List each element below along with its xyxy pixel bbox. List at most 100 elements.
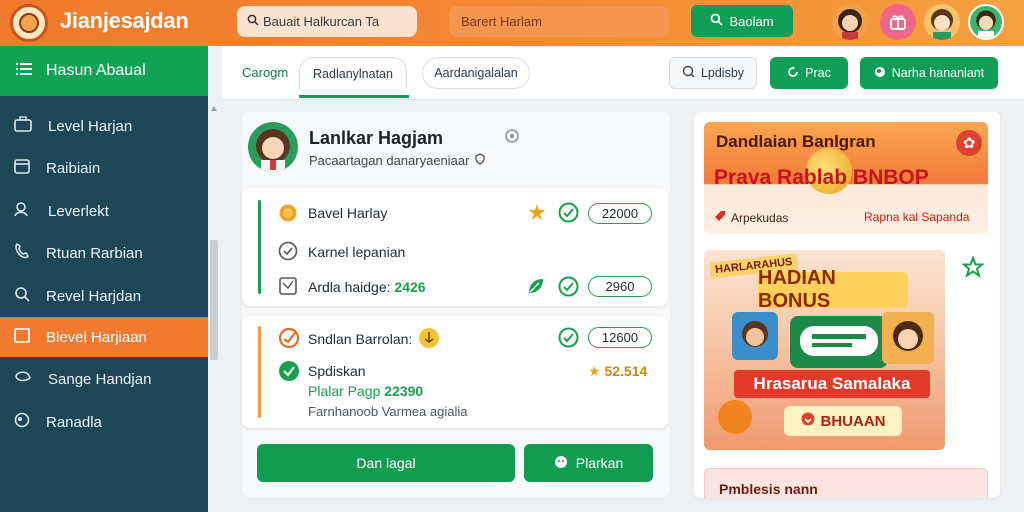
display-dropdown[interactable]: Lpdisby	[669, 57, 757, 89]
row-extra-value: 2426	[394, 279, 426, 295]
scroll-up-arrow-icon[interactable]	[211, 106, 217, 111]
star-value: ★ 52.514	[588, 363, 647, 380]
value-pill: 22000	[588, 203, 652, 224]
details-card: Sndlan Barrolan: 12600 Spdiskan ★ 52.514…	[242, 316, 668, 428]
character-avatar	[882, 312, 934, 364]
tab-label: Aardanigalalan	[434, 66, 518, 80]
row-label: Bavel Harlay	[308, 205, 388, 221]
sidebar-scrollbar[interactable]	[210, 240, 218, 360]
star-icon	[528, 203, 546, 226]
bonus-tag-button[interactable]: BHUAAN	[784, 406, 902, 436]
globe-icon	[874, 66, 886, 81]
wallet-icon	[14, 369, 32, 389]
sidebar-item-leverlekt[interactable]: Leverlekt	[0, 191, 208, 231]
leaf-icon	[526, 276, 546, 301]
sidebar-item-raibiain[interactable]: Raibiain	[0, 148, 208, 188]
row-label: Sndlan Barrolan:	[308, 331, 413, 347]
gift-icon[interactable]	[880, 4, 916, 40]
secondary-button-label: Plarkan	[575, 455, 624, 471]
secondary-search-box[interactable]	[449, 6, 669, 37]
settings-icon[interactable]	[504, 128, 520, 149]
tag-icon	[714, 210, 726, 225]
refresh-icon	[787, 65, 799, 81]
tab-bar: Carogm Radlanylnatan Aardanigalalan Lpdi…	[222, 46, 1024, 100]
profile-avatar[interactable]	[924, 4, 960, 40]
account-avatar[interactable]	[968, 4, 1004, 40]
sidebar-item-label: Level Harjan	[48, 117, 133, 135]
search-icon	[710, 13, 723, 29]
bonus-banner[interactable]: HARLARAHUS HADIAN BONUS Hrasarua Samalak…	[704, 250, 945, 450]
secondary-button[interactable]: Plarkan	[524, 444, 653, 482]
checkbox-icon[interactable]	[278, 276, 298, 301]
tab-section-label: Carogm	[242, 65, 289, 80]
star-icon: ★	[588, 363, 601, 379]
secondary-action-label: Narha hananlant	[891, 66, 985, 80]
profile-avatar[interactable]	[248, 122, 298, 172]
secondary-action-button[interactable]: Narha hananlant	[860, 57, 998, 89]
logo-icon[interactable]	[10, 4, 48, 42]
calendar-icon	[14, 158, 30, 178]
row-label: Spdiskan	[308, 363, 366, 379]
search-button-label: Baolam	[729, 13, 774, 29]
promo-card[interactable]: Dandlaian Banlgran Prava Rablab BNBOP ✿ …	[704, 122, 988, 234]
search-box[interactable]	[237, 6, 417, 37]
user-avatar[interactable]	[832, 4, 868, 40]
orange-icon	[718, 400, 752, 434]
promo-right-link[interactable]: Rapna kal Sapanda	[864, 210, 969, 224]
promo-left-text: Arpekudas	[731, 210, 789, 225]
sidebar-item-label: Sange Handjan	[48, 370, 152, 388]
sidebar-item-ranadla[interactable]: Ranadla	[0, 402, 208, 442]
promo-left-link[interactable]: Arpekudas	[714, 210, 788, 225]
sidebar-header[interactable]: Hasun Abaual	[0, 46, 208, 96]
stats-card: Bavel Harlay 22000 Karnel lepanian Ardla…	[242, 188, 668, 306]
verified-icon	[474, 153, 486, 168]
smile-icon	[554, 455, 568, 472]
coin-icon	[278, 203, 298, 228]
sidebar-item-level-harjan[interactable]: Level Harjan	[0, 106, 208, 146]
bonus-tag-text: BHUAAN	[820, 412, 886, 430]
accent-bar	[258, 326, 261, 418]
menu-icon[interactable]	[16, 62, 32, 81]
flower-icon[interactable]: ✿	[956, 130, 982, 156]
heart-icon	[801, 412, 815, 430]
bonus-card	[790, 316, 888, 368]
primary-action-button[interactable]: Prac	[770, 57, 848, 89]
star-icon[interactable]	[961, 255, 985, 283]
character-avatar	[732, 312, 778, 360]
row-label-with-value: Ardla haidge: 2426	[308, 279, 426, 295]
sidebar-item-label: Raibiain	[46, 159, 101, 177]
profile-name: Lanlkar Hagjam	[309, 128, 444, 148]
check-circle-icon[interactable]	[558, 327, 579, 353]
primary-button[interactable]: Dan lagal	[257, 444, 515, 482]
tab-aardanigalalan[interactable]: Aardanigalalan	[422, 57, 530, 89]
search-input[interactable]	[263, 14, 403, 29]
secondary-search-input[interactable]	[461, 14, 651, 29]
bonus-title: HADIAN BONUS	[758, 267, 908, 312]
check-circle-icon[interactable]	[558, 202, 579, 228]
promo-text: Pmblesis nann	[719, 481, 818, 497]
promo-card[interactable]: Pmblesis nann	[704, 468, 988, 498]
bonus-strip: Hrasarua Samalaka	[734, 370, 930, 398]
promo-panel: Dandlaian Banlgran Prava Rablab BNBOP ✿ …	[694, 112, 1000, 498]
sidebar-item-label: Ranadla	[46, 413, 102, 431]
tab-label: Radlanylnatan	[313, 66, 393, 81]
sidebar-item-blevel-harjiaan[interactable]: Blevel Harjiaan	[0, 317, 208, 357]
sidebar-item-label: Leverlekt	[48, 202, 109, 220]
tab-radlanylnatan[interactable]: Radlanylnatan	[299, 57, 407, 89]
accent-bar	[258, 200, 261, 294]
phone-icon	[14, 243, 30, 263]
sidebar-item-label: Rtuan Rarbian	[46, 244, 143, 262]
sidebar-item-revel-harjdan[interactable]: Revel Harjdan	[0, 276, 208, 316]
sidebar-item-label: Blevel Harjiaan	[46, 328, 147, 346]
active-tab-indicator	[299, 95, 409, 98]
check-circle-icon[interactable]	[558, 276, 579, 302]
value-pill: 2960	[588, 276, 652, 297]
display-icon	[682, 65, 695, 81]
search-button[interactable]: Baolam	[691, 5, 793, 37]
sidebar-item-rtuan-rarbian[interactable]: Rtuan Rarbian	[0, 233, 208, 273]
row-sub-value: 22390	[384, 383, 424, 399]
sidebar-title: Hasun Abaual	[46, 62, 146, 79]
calendar-icon	[14, 327, 30, 347]
sidebar-item-sange-handjan[interactable]: Sange Handjan	[0, 359, 208, 399]
people-icon	[14, 201, 32, 221]
